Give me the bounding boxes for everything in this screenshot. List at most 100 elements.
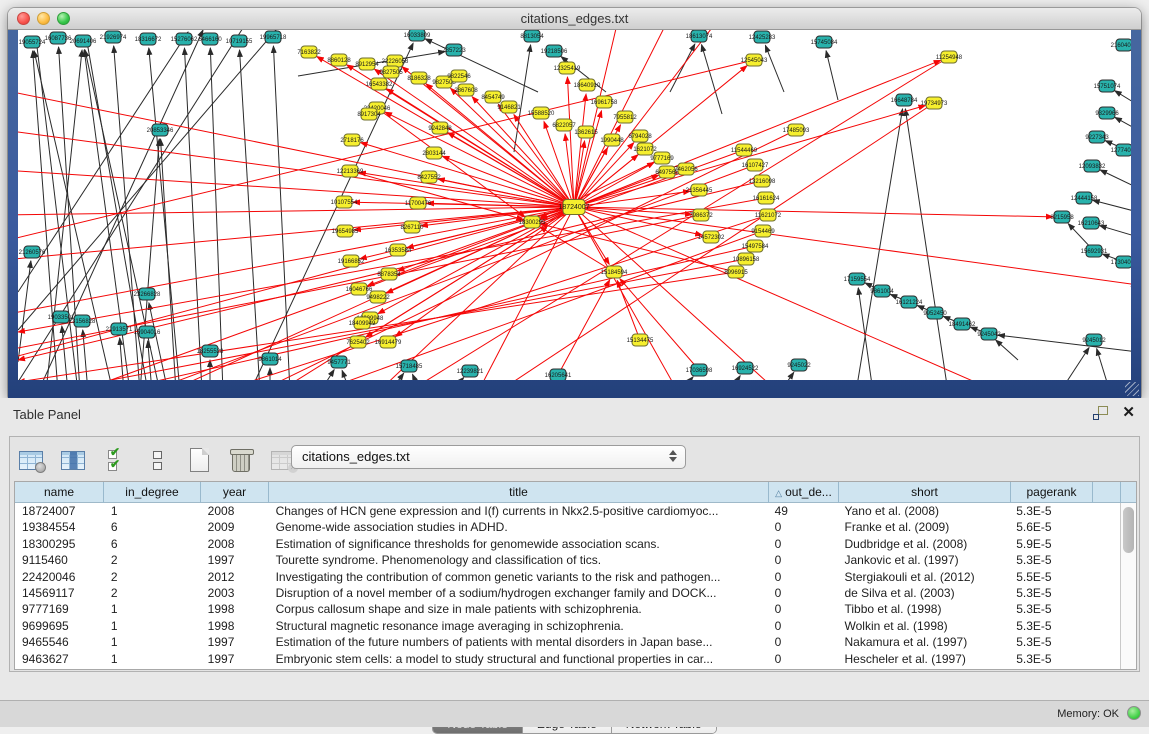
graph-node[interactable]: 19166852 [338, 255, 365, 267]
graph-node[interactable]: 9245022 [787, 359, 811, 371]
graph-node[interactable]: 15692931 [1081, 245, 1108, 257]
graph-node[interactable]: 1990448 [600, 134, 624, 146]
graph-node[interactable]: 16087736 [45, 32, 72, 44]
close-panel-icon[interactable]: ✕ [1122, 406, 1135, 420]
graph-node[interactable]: 16210643 [1078, 217, 1105, 229]
graph-node[interactable]: 7625402 [346, 336, 370, 348]
graph-node[interactable]: 2803144 [422, 147, 446, 159]
graph-node[interactable]: 2867608 [454, 84, 478, 96]
graph-node[interactable]: 7857223 [442, 44, 466, 56]
graph-node[interactable]: 6794028 [628, 130, 652, 142]
graph-node[interactable]: 8427552 [417, 171, 441, 183]
graph-node[interactable]: 16961758 [591, 96, 618, 108]
graph-node[interactable]: 10107554 [331, 196, 358, 208]
graph-node[interactable]: 12774034 [1111, 144, 1131, 156]
graph-node[interactable]: 8215958 [1050, 211, 1074, 223]
graph-node-hub[interactable]: 18724007 [558, 200, 589, 215]
graph-node[interactable]: 7986372 [689, 209, 713, 221]
graph-node[interactable]: 17036598 [686, 364, 713, 376]
graph-node[interactable]: 12239821 [457, 365, 484, 377]
table-row[interactable]: 969969511998Structural magnetic resonanc… [15, 618, 1119, 634]
graph-node[interactable]: 18640910 [574, 79, 601, 91]
graph-node[interactable]: 9245042 [977, 328, 1001, 340]
graph-node[interactable]: 14572302 [698, 231, 725, 243]
graph-node[interactable]: 20691406 [70, 35, 97, 47]
graph-node[interactable]: 9777169 [650, 152, 674, 164]
graph-node[interactable]: 21604012 [1111, 39, 1131, 51]
scrollbar-thumb[interactable] [1123, 507, 1134, 553]
graph-node[interactable]: 6466160 [198, 33, 222, 45]
graph-node[interactable]: 2718176 [340, 134, 364, 146]
graph-node[interactable]: 7163822 [297, 46, 321, 58]
graph-node[interactable]: 16161624 [753, 192, 780, 204]
delete-rows-trash-icon[interactable] [226, 445, 256, 475]
graph-node[interactable]: 9861004 [870, 285, 894, 297]
graph-node[interactable]: 1621072 [633, 143, 657, 155]
table-row[interactable]: 1830029562008Estimation of significance … [15, 536, 1119, 552]
graph-node[interactable]: 15904016 [134, 326, 161, 338]
graph-node[interactable]: 8454749 [481, 91, 505, 103]
column-header-short[interactable]: short [839, 482, 1011, 503]
graph-node[interactable]: 18255528 [197, 345, 224, 357]
graph-node[interactable]: 10719155 [226, 35, 253, 47]
graph-node[interactable]: 15751074 [1094, 80, 1121, 92]
graph-node[interactable]: 9154469 [751, 225, 775, 237]
table-row[interactable]: 946554611997Estimation of the future num… [15, 634, 1119, 650]
graph-node[interactable]: 8878354 [377, 268, 401, 280]
graph-node[interactable]: 9457771 [327, 356, 351, 368]
graph-node[interactable]: 8813054 [520, 30, 544, 42]
graph-node[interactable]: 11254948 [936, 51, 963, 63]
graph-node[interactable]: 9245012 [1082, 334, 1106, 346]
graph-node[interactable]: 12545043 [741, 54, 768, 66]
graph-node[interactable]: 11544469 [731, 144, 758, 156]
graph-node[interactable]: 10896158 [733, 253, 760, 265]
graph-node[interactable]: 19654985 [332, 225, 359, 237]
column-header-year[interactable]: year [201, 482, 269, 503]
column-header-pagerank[interactable]: pagerank [1011, 482, 1093, 503]
graph-node[interactable]: 19965718 [260, 31, 287, 43]
table-row[interactable]: 2242004622012Investigating the contribut… [15, 569, 1119, 585]
graph-node[interactable]: 8860128 [327, 54, 351, 66]
graph-node[interactable]: 15745084 [811, 36, 838, 48]
graph-node[interactable]: 16353584 [385, 244, 412, 256]
graph-node[interactable]: 7955812 [613, 111, 637, 123]
graph-node[interactable]: 9242848 [428, 122, 452, 134]
window-resize-grip[interactable] [1125, 382, 1139, 396]
column-header-in_degree[interactable]: in_degree [104, 482, 201, 503]
graph-node[interactable]: 16648784 [891, 94, 918, 106]
graph-node[interactable]: 11700476 [405, 197, 432, 209]
column-header-name[interactable]: name [15, 482, 104, 503]
graph-node[interactable]: 12425283 [749, 31, 776, 43]
table-columns-icon[interactable] [58, 445, 88, 475]
column-header-out_degree[interactable]: △out_de... [769, 482, 839, 503]
graph-node[interactable]: 15276062 [171, 33, 198, 45]
graph-node[interactable]: 8912954 [355, 58, 379, 70]
graph-node[interactable]: 21926974 [100, 31, 127, 43]
graph-node[interactable]: 8996915 [724, 266, 748, 278]
column-header-title[interactable]: title [269, 482, 769, 503]
table-row[interactable]: 1872400712008Changes of HCN gene express… [15, 503, 1119, 519]
graph-node[interactable]: 6822057 [552, 119, 576, 131]
graph-node[interactable]: 9861014 [258, 353, 282, 365]
table-row[interactable]: 946362711997Embryonic stem cells: a mode… [15, 651, 1119, 667]
graph-node[interactable]: 9329966 [1095, 107, 1119, 119]
window-titlebar[interactable]: citations_edges.txt [8, 8, 1141, 30]
select-rows-check-icon[interactable]: ✔ ✔ [100, 445, 130, 475]
graph-node[interactable]: 9822546 [447, 70, 471, 82]
graph-node[interactable]: 8186328 [407, 72, 431, 84]
table-settings-icon[interactable] [16, 445, 46, 475]
graph-node[interactable]: 12444158 [1071, 192, 1098, 204]
graph-node[interactable]: 13216098 [749, 175, 776, 187]
graph-node[interactable]: 19218506 [541, 45, 568, 57]
table-row[interactable]: 1938455462009Genome-wide association stu… [15, 519, 1119, 535]
graph-node[interactable]: 12325419 [554, 62, 581, 74]
table-row[interactable]: 911546021997Tourette syndrome. Phenomeno… [15, 552, 1119, 568]
graph-node[interactable]: 19055724 [19, 36, 46, 48]
graph-node[interactable]: 9827505 [379, 66, 403, 78]
graph-node[interactable]: 22226058 [382, 55, 409, 67]
table-select-dropdown[interactable]: citations_edges.txt [291, 445, 686, 469]
graph-node[interactable]: 16205641 [545, 369, 572, 380]
column-header-filler[interactable] [1093, 482, 1121, 503]
graph-node[interactable]: 16924522 [732, 362, 759, 374]
graph-node[interactable]: 18316672 [135, 33, 162, 45]
